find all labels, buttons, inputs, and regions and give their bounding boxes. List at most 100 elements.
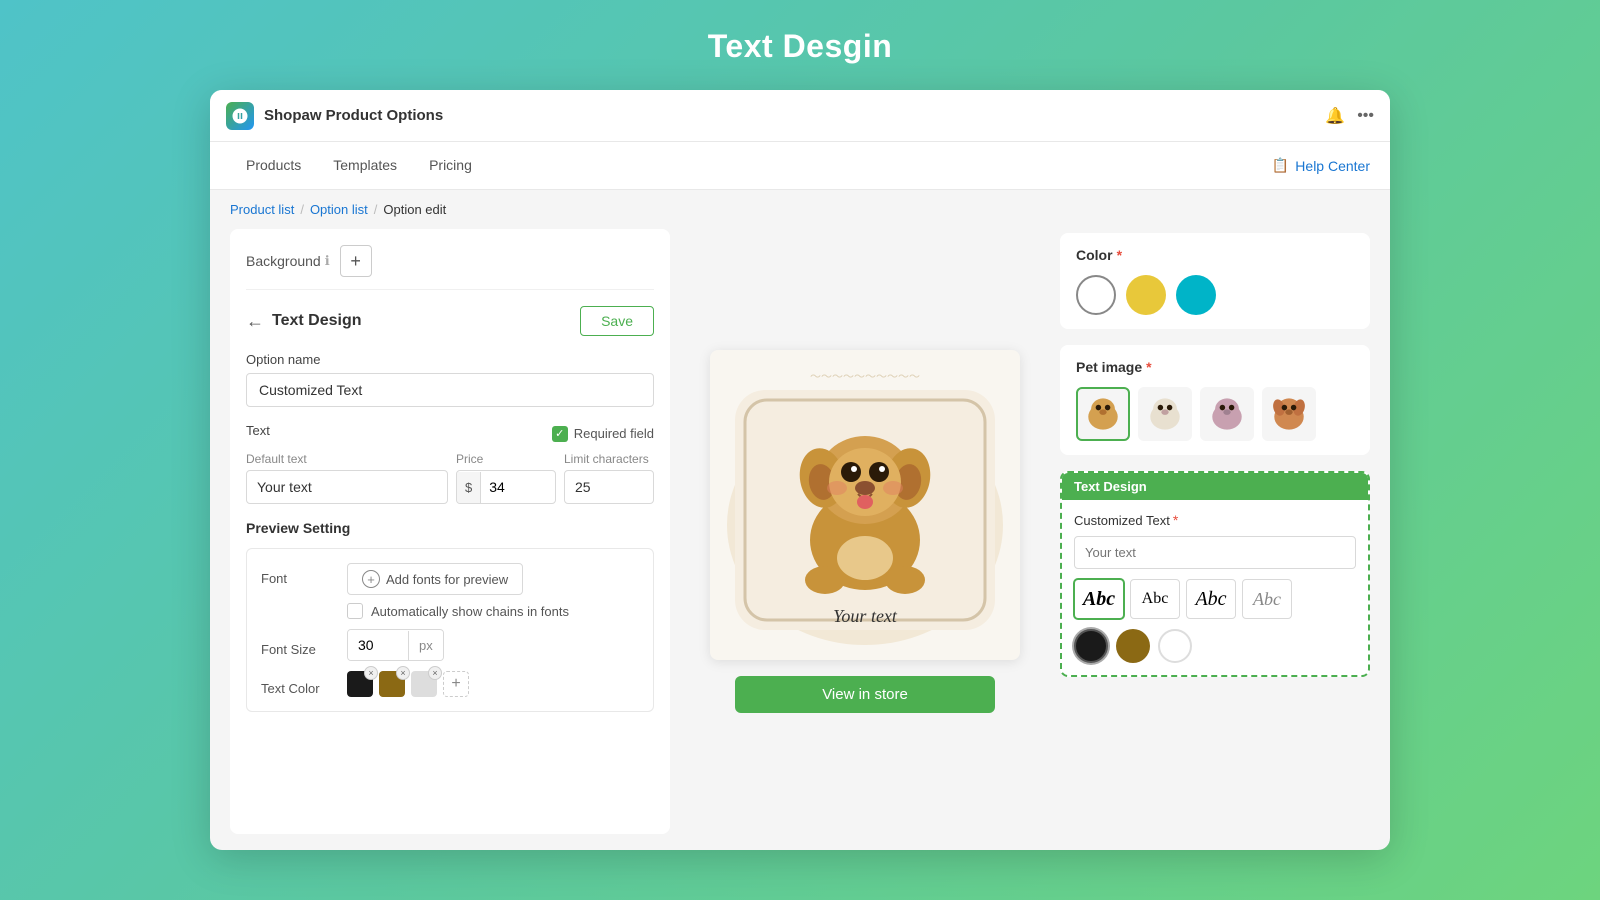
text-section: Text ✓ Required field Default text Price — [246, 423, 654, 504]
price-input[interactable] — [481, 471, 536, 503]
panel-header: ← Text Design Save — [246, 306, 654, 336]
text-label: Text — [246, 423, 270, 438]
background-section: Background ℹ + — [246, 245, 654, 290]
font-options: Abc Abc Abc Abc — [1074, 579, 1356, 619]
add-fonts-button[interactable]: + Add fonts for preview — [347, 563, 523, 595]
font-size-input[interactable] — [348, 630, 408, 660]
mini-color-brown[interactable] — [1116, 629, 1150, 663]
add-color-button[interactable]: + — [443, 671, 469, 697]
text-color-row: Text Color × × × + — [261, 671, 639, 697]
text-design-card-header: Text Design — [1062, 473, 1368, 500]
text-design-card: Text Design Customized Text * Abc Abc Ab… — [1060, 471, 1370, 677]
swatch-remove-black[interactable]: × — [364, 666, 378, 680]
breadcrumb-product-list[interactable]: Product list — [230, 202, 294, 217]
breadcrumb-option-list[interactable]: Option list — [310, 202, 368, 217]
view-in-store-button[interactable]: View in store — [735, 676, 995, 713]
font-row: Font + Add fonts for preview Automatical… — [261, 563, 639, 619]
save-button[interactable]: Save — [580, 306, 654, 336]
main-content: Background ℹ + ← Text Design Save Option… — [210, 229, 1390, 850]
pillow-svg: ～～～～～～～～～～ — [710, 350, 1020, 660]
nav-products[interactable]: Products — [230, 142, 317, 190]
color-required-dot: * — [1117, 247, 1122, 263]
pet-image-section: Pet image * — [1060, 345, 1370, 455]
center-panel: ～～～～～～～～～～ — [670, 229, 1060, 834]
price-label: Price — [456, 452, 556, 466]
option-name-input[interactable] — [246, 373, 654, 407]
color-circles — [1076, 275, 1354, 315]
color-circle-white[interactable] — [1076, 275, 1116, 315]
panel-header-left: ← Text Design — [246, 311, 362, 332]
color-circle-teal[interactable] — [1176, 275, 1216, 315]
info-icon: ℹ — [325, 253, 330, 269]
option-name-group: Option name — [246, 352, 654, 407]
title-bar: Shopaw Product Options 🔔 ••• — [210, 90, 1390, 142]
price-prefix: $ — [457, 472, 481, 503]
auto-chains: Automatically show chains in fonts — [347, 603, 639, 619]
panel-title: Text Design — [272, 312, 362, 330]
limit-chars-label: Limit characters — [564, 452, 654, 466]
pet-thumb-1[interactable] — [1076, 387, 1130, 441]
breadcrumb: Product list / Option list / Option edit — [210, 190, 1390, 229]
pet-thumb-2[interactable] — [1138, 387, 1192, 441]
auto-chains-checkbox[interactable] — [347, 603, 363, 619]
nav-bar: Products Templates Pricing 📋 Help Center — [210, 142, 1390, 190]
font-size-row: Font Size px — [261, 629, 639, 661]
swatch-remove-light[interactable]: × — [428, 666, 442, 680]
text-design-card-body: Customized Text * Abc Abc Abc Abc — [1062, 500, 1368, 675]
default-text-input[interactable] — [246, 470, 448, 504]
preview-setting-section: Preview Setting Font + Add fonts for pre… — [246, 520, 654, 712]
background-label: Background ℹ — [246, 253, 330, 269]
option-name-label: Option name — [246, 352, 654, 367]
preview-setting-box: Font + Add fonts for preview Automatical… — [246, 548, 654, 712]
limit-chars-input[interactable] — [564, 470, 654, 504]
customized-required-dot: * — [1173, 512, 1178, 528]
font-option-4[interactable]: Abc — [1242, 579, 1292, 619]
px-unit: px — [408, 631, 443, 660]
color-heading: Color * — [1076, 247, 1354, 263]
text-color-label: Text Color — [261, 673, 331, 696]
color-section: Color * — [1060, 233, 1370, 329]
font-option-1[interactable]: Abc — [1074, 579, 1124, 619]
price-col: Price $ — [456, 452, 556, 504]
page-title: Text Desgin — [708, 28, 893, 65]
customized-text-input[interactable] — [1074, 536, 1356, 569]
app-window: Shopaw Product Options 🔔 ••• Products Te… — [210, 90, 1390, 850]
pet-image-heading: Pet image * — [1076, 359, 1354, 375]
back-arrow[interactable]: ← — [246, 311, 264, 332]
breadcrumb-current: Option edit — [383, 202, 446, 217]
left-panel: Background ℹ + ← Text Design Save Option… — [230, 229, 670, 834]
mini-color-white[interactable] — [1158, 629, 1192, 663]
pet-image-required-dot: * — [1146, 359, 1151, 375]
color-circle-yellow[interactable] — [1126, 275, 1166, 315]
breadcrumb-sep-2: / — [374, 202, 378, 217]
help-icon: 📋 — [1272, 157, 1289, 174]
title-bar-actions: 🔔 ••• — [1325, 106, 1374, 126]
plus-circle-icon: + — [362, 570, 380, 588]
color-swatch-light[interactable]: × — [411, 671, 437, 697]
limit-chars-col: Limit characters — [564, 452, 654, 504]
color-swatch-brown[interactable]: × — [379, 671, 405, 697]
nav-pricing[interactable]: Pricing — [413, 142, 488, 190]
color-swatch-black[interactable]: × — [347, 671, 373, 697]
font-option-3[interactable]: Abc — [1186, 579, 1236, 619]
font-option-2[interactable]: Abc — [1130, 579, 1180, 619]
nav-templates[interactable]: Templates — [317, 142, 413, 190]
bell-icon[interactable]: 🔔 — [1325, 106, 1345, 126]
help-center[interactable]: 📋 Help Center — [1272, 157, 1370, 174]
required-checkbox[interactable]: ✓ — [552, 426, 568, 442]
font-controls: + Add fonts for preview Automatically sh… — [347, 563, 639, 619]
mini-color-black[interactable] — [1074, 629, 1108, 663]
price-input-wrap: $ — [456, 470, 556, 504]
mini-colors — [1074, 629, 1356, 663]
required-field: ✓ Required field — [552, 426, 654, 442]
product-image: ～～～～～～～～～～ — [710, 350, 1020, 660]
pet-grid — [1076, 387, 1354, 441]
more-icon[interactable]: ••• — [1357, 107, 1374, 125]
default-text-label: Default text — [246, 452, 448, 466]
pet-thumb-4[interactable] — [1262, 387, 1316, 441]
background-add-button[interactable]: + — [340, 245, 372, 277]
pet-thumb-3[interactable] — [1200, 387, 1254, 441]
swatch-remove-brown[interactable]: × — [396, 666, 410, 680]
app-name: Shopaw Product Options — [264, 107, 1325, 124]
font-size-input-wrap: px — [347, 629, 444, 661]
